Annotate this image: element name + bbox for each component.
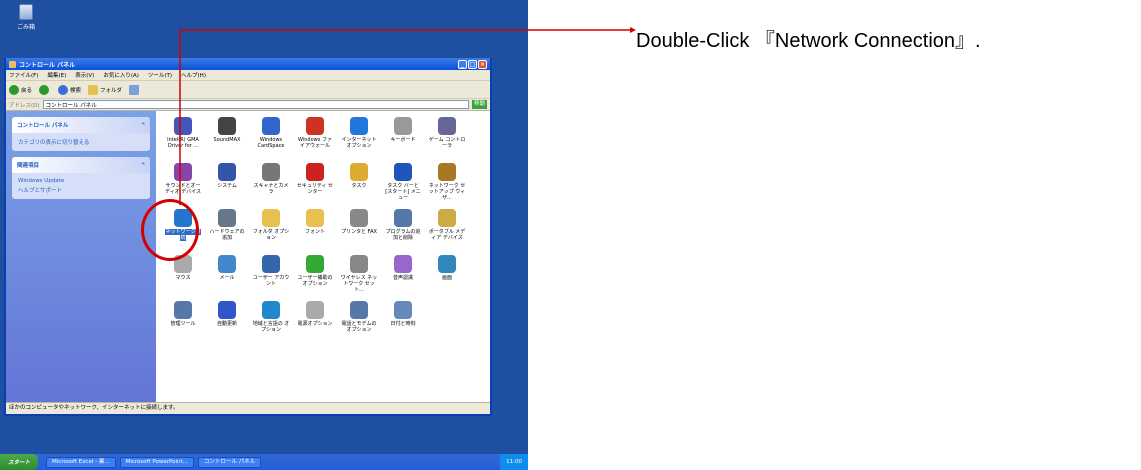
- instruction-text: Double-Click 『Network Connection』.: [636, 30, 981, 52]
- pointer-line: [179, 29, 630, 205]
- annotation-lines: [179, 27, 636, 205]
